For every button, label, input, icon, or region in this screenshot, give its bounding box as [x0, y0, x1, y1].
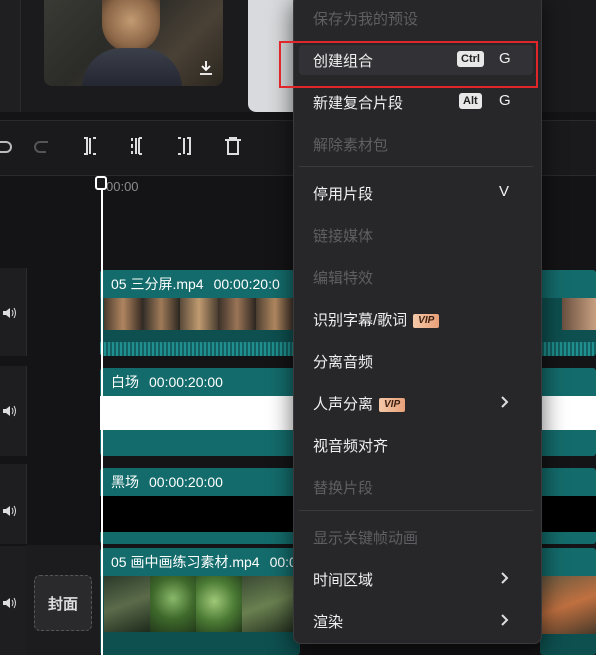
clip-video-1-tail[interactable] — [540, 270, 596, 356]
clip-video-4-tail[interactable] — [540, 548, 596, 655]
split-right-icon[interactable] — [172, 134, 196, 158]
frame-thumb — [104, 298, 142, 330]
clip-name: 05 画中画练习素材.mp4 — [111, 554, 260, 570]
shortcut-alt-badge: Alt — [459, 93, 482, 109]
menu-item-recognize-subtitles[interactable]: 识别字幕/歌词 VIP — [313, 309, 440, 330]
menu-item-time-region[interactable]: 时间区域 — [313, 569, 373, 590]
clip-title-bar: 05 三分屏.mp4 00:00:20:0 — [100, 270, 300, 298]
clip-title-bar: 黑场 00:00:20:00 — [100, 468, 300, 496]
frame-thumb — [242, 576, 296, 632]
menu-item-label: 识别字幕/歌词 — [313, 312, 408, 329]
download-icon[interactable] — [199, 60, 213, 76]
playhead-handle[interactable] — [95, 176, 107, 190]
split-left-icon[interactable] — [78, 134, 102, 158]
clip-name: 05 三分屏.mp4 — [111, 276, 204, 292]
shortcut-letter: V — [499, 183, 510, 200]
thumbnail-face — [102, 0, 160, 52]
speaker-icon[interactable] — [2, 306, 18, 320]
delete-icon[interactable] — [221, 134, 245, 158]
chevron-right-icon — [501, 614, 509, 626]
clip-white-tail[interactable] — [540, 368, 596, 456]
clip-name: 黑场 — [111, 474, 139, 490]
frame-thumb — [104, 576, 150, 632]
clip-title-bar: 白场 00:00:20:00 — [100, 368, 300, 396]
clip-duration: 00:00:20:0 — [213, 276, 280, 292]
menu-item-disable-clip[interactable]: 停用片段 — [313, 183, 373, 204]
chevron-right-icon — [501, 396, 509, 408]
track-header-1 — [0, 268, 27, 356]
clip-duration: 00:00:20:00 — [149, 374, 223, 390]
menu-item-render[interactable]: 渲染 — [313, 611, 343, 632]
menu-item-label: 人声分离 — [313, 396, 374, 413]
clip-name: 白场 — [111, 374, 139, 390]
ruler-time-label: 00:00 — [106, 179, 139, 194]
frame-thumb — [142, 298, 180, 330]
clip-title-bar: 05 画中画练习素材.mp400:00:20:0 — [100, 548, 300, 576]
shortcut-letter: G — [499, 92, 511, 109]
menu-item-show-keyframes: 显示关键帧动画 — [313, 530, 419, 547]
clip-video-1[interactable]: 05 三分屏.mp4 00:00:20:0 — [100, 270, 300, 356]
white-frame — [100, 396, 300, 430]
frame-thumb — [150, 576, 196, 632]
speaker-icon[interactable] — [2, 596, 18, 610]
clip-white[interactable]: 白场 00:00:20:00 — [100, 368, 300, 456]
menu-item-replace-clip: 替换片段 — [313, 480, 374, 497]
chevron-right-icon — [501, 572, 509, 584]
clip-black-tail[interactable] — [540, 468, 596, 544]
menu-item-av-align[interactable]: 视音频对齐 — [313, 435, 388, 456]
cover-button[interactable]: 封面 — [34, 575, 92, 631]
playhead-line[interactable] — [101, 190, 103, 655]
frame-thumb — [218, 298, 256, 330]
menu-item-save-preset: 保存为我的预设 — [313, 11, 419, 28]
black-frame — [100, 496, 300, 532]
menu-item-edit-effects: 编辑特效 — [313, 270, 374, 287]
split-icon[interactable] — [124, 134, 148, 158]
clip-duration: 00:00:20:00 — [149, 474, 223, 490]
speaker-icon[interactable] — [2, 504, 18, 518]
clip-video-4[interactable]: 05 画中画练习素材.mp400:00:20:0 — [100, 548, 300, 655]
redo-icon[interactable] — [30, 134, 54, 158]
clip-black[interactable]: 黑场 00:00:20:00 — [100, 468, 300, 544]
audio-waveform — [100, 342, 300, 356]
media-sidebar-edge — [0, 0, 21, 112]
menu-item-unpack-material: 解除素材包 — [313, 137, 389, 154]
track-header-4 — [0, 546, 27, 655]
menu-separator — [299, 510, 533, 511]
vip-badge: VIP — [413, 314, 440, 329]
track-header-3 — [0, 464, 27, 544]
menu-item-vocal-separation[interactable]: 人声分离 VIP — [313, 393, 406, 414]
menu-item-new-compound-clip[interactable]: 新建复合片段 — [313, 92, 403, 113]
highlight-annotation-box — [279, 41, 538, 88]
media-thumbnail[interactable] — [44, 0, 223, 86]
thumbnail-robe — [82, 48, 182, 86]
vip-badge: VIP — [379, 398, 406, 413]
frame-thumb — [180, 298, 218, 330]
speaker-icon[interactable] — [2, 404, 18, 418]
track-header-2 — [0, 366, 27, 456]
menu-item-link-media: 链接媒体 — [313, 228, 374, 245]
menu-separator — [299, 166, 533, 167]
frame-thumb — [196, 576, 242, 632]
menu-item-separate-audio[interactable]: 分离音频 — [313, 351, 373, 372]
undo-icon[interactable] — [0, 134, 16, 158]
frame-thumb — [256, 298, 294, 330]
